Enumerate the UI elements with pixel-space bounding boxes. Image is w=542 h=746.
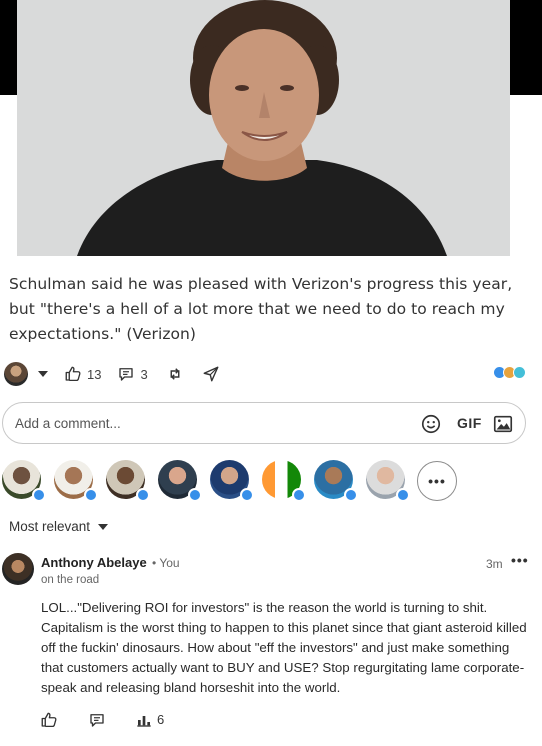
you-label: • You: [152, 556, 180, 570]
reactor-avatar[interactable]: [366, 460, 410, 502]
impressions-count: 6: [157, 712, 165, 727]
like-badge-icon: [136, 488, 150, 502]
reactor-avatar[interactable]: [158, 460, 202, 502]
thumbs-up-icon[interactable]: [40, 711, 58, 729]
commenter-avatar[interactable]: [2, 553, 34, 585]
reactor-avatar[interactable]: [210, 460, 254, 502]
like-badge-icon: [84, 488, 98, 502]
reactor-avatar[interactable]: [2, 460, 46, 502]
article-image-area: [0, 0, 542, 258]
commenter-headline: on the road: [41, 574, 100, 586]
image-letterbox-left: [0, 0, 17, 95]
repost-button[interactable]: [166, 365, 184, 383]
thumbs-up-icon: [65, 366, 81, 382]
emoji-icon[interactable]: [420, 413, 442, 435]
sort-label: Most relevant: [9, 519, 91, 534]
like-badge-icon: [396, 488, 410, 502]
comment-icon: [119, 368, 134, 381]
send-icon: [203, 366, 219, 382]
article-photo[interactable]: [17, 0, 510, 256]
image-icon[interactable]: [492, 413, 514, 435]
reactor-avatar[interactable]: [262, 460, 306, 502]
reactor-avatars: •••: [2, 458, 532, 504]
like-badge-icon: [240, 488, 254, 502]
comment-timestamp: 3m: [486, 557, 503, 571]
comment-actions: 6: [0, 710, 542, 732]
commenter-name[interactable]: Anthony Abelaye: [41, 555, 147, 570]
actor-avatar[interactable]: [4, 362, 28, 386]
more-reactors-button[interactable]: •••: [417, 461, 457, 501]
send-button[interactable]: [202, 365, 220, 383]
like-button[interactable]: 13: [64, 365, 101, 383]
comment-button[interactable]: 3: [117, 365, 148, 383]
like-badge-icon: [32, 488, 46, 502]
comment-input[interactable]: Add a comment... GIF: [2, 402, 526, 444]
chevron-down-icon: [98, 523, 109, 530]
like-count: 13: [87, 366, 102, 382]
funny-reaction-icon: [513, 366, 526, 379]
image-caption: Schulman said he was pleased with Verizo…: [9, 275, 513, 343]
gif-button[interactable]: GIF: [457, 415, 482, 431]
comment-text: LOL..."Delivering ROI for investors" is …: [41, 600, 527, 695]
sort-dropdown[interactable]: Most relevant: [9, 519, 109, 534]
reactor-avatar[interactable]: [314, 460, 358, 502]
comment-input-placeholder: Add a comment...: [15, 416, 121, 431]
reactor-avatar[interactable]: [106, 460, 150, 502]
like-badge-icon: [292, 488, 306, 502]
chevron-down-icon[interactable]: [38, 371, 48, 377]
reply-icon[interactable]: [88, 711, 106, 729]
repost-icon: [170, 368, 180, 380]
reaction-icons[interactable]: [493, 366, 526, 379]
portrait-illustration: [17, 0, 510, 256]
comment-count: 3: [140, 366, 148, 382]
like-badge-icon: [344, 488, 358, 502]
social-actions-bar: 13 3: [4, 360, 534, 388]
reactor-avatar[interactable]: [54, 460, 98, 502]
analytics-icon[interactable]: [136, 712, 152, 728]
like-badge-icon: [188, 488, 202, 502]
image-letterbox-right: [510, 0, 542, 95]
comment-more-button[interactable]: •••: [511, 552, 529, 568]
